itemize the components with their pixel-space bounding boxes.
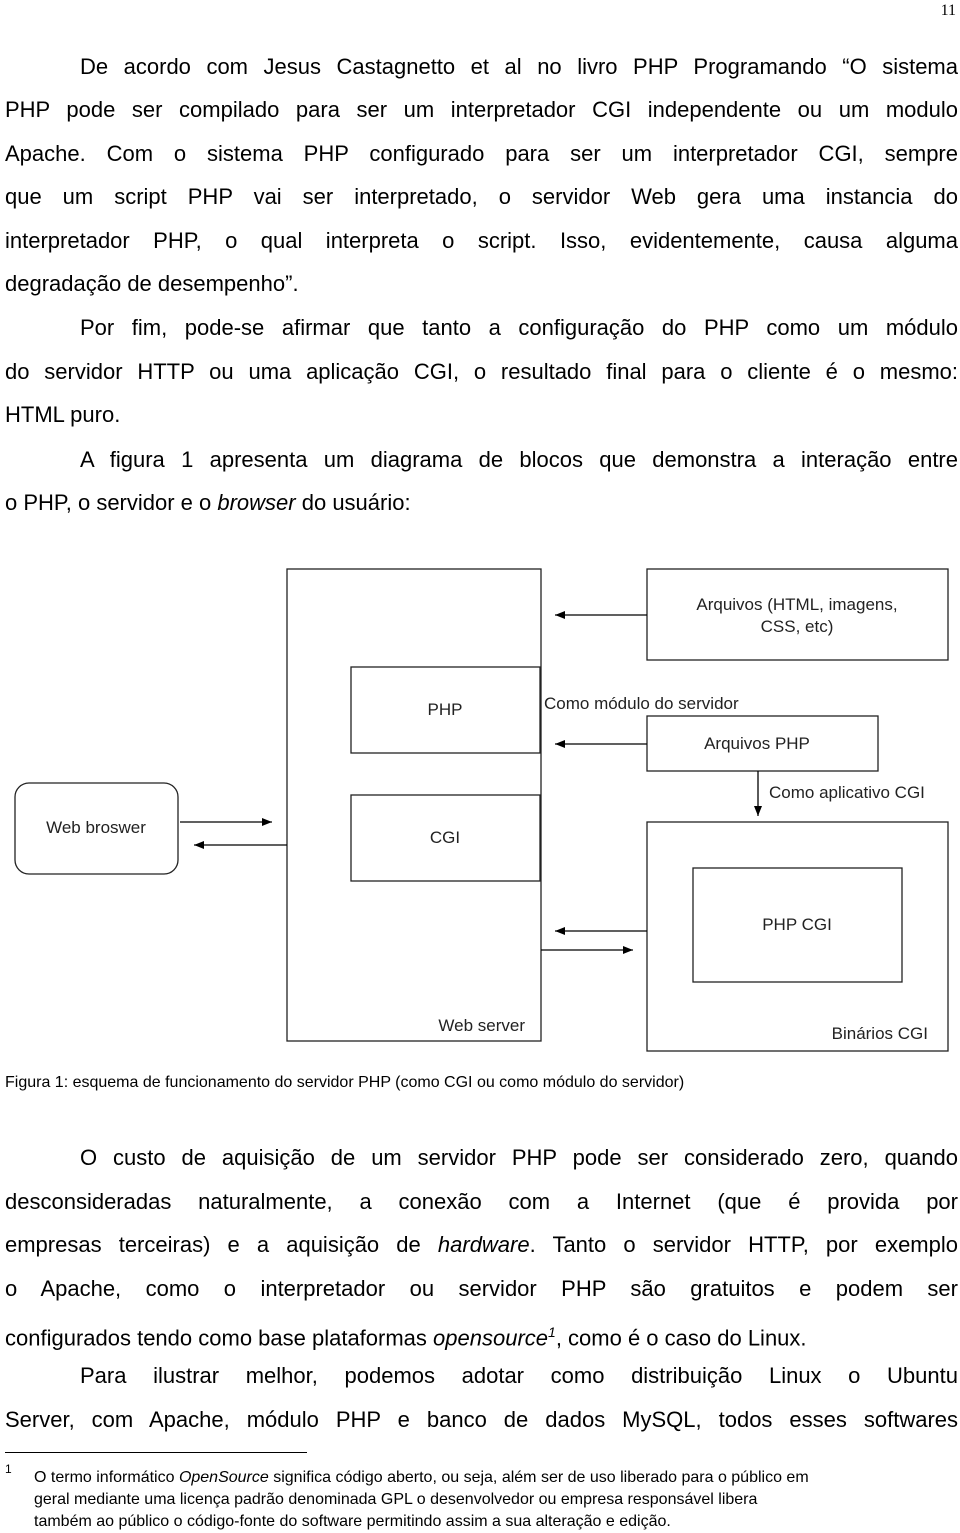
arquivos-label-2: CSS, etc): [761, 617, 834, 636]
paragraph-5-line: Server, com Apache, módulo PHP e banco d…: [5, 1407, 958, 1432]
php-cgi-label: PHP CGI: [762, 915, 832, 934]
text: empresas terceiras) e a aquisição de: [5, 1232, 438, 1257]
arquivos-php-label: Arquivos PHP: [704, 734, 810, 753]
arquivos-label-1: Arquivos (HTML, imagens,: [696, 595, 897, 614]
footnote-line: também ao público o código-fonte do soft…: [34, 1513, 671, 1530]
binarios-cgi-box: [646, 821, 949, 1052]
web-server-label: Web server: [438, 1016, 525, 1035]
footnote-line: geral mediante uma licença padrão denomi…: [34, 1491, 758, 1508]
italic-text: OpenSource: [178, 1469, 269, 1486]
text: O termo informático: [34, 1469, 179, 1486]
text: configurados tendo como base plataformas: [5, 1325, 434, 1351]
como-modulo-label: Como módulo do servidor: [544, 694, 739, 713]
text: significa código aberto, ou seja, além s…: [268, 1469, 809, 1486]
como-aplicativo-label: Como aplicativo CGI: [769, 783, 925, 802]
cgi-label: CGI: [430, 828, 460, 847]
paragraph-4-line: desconsideradas naturalmente, a conexão …: [5, 1189, 958, 1214]
binarios-cgi-label: Binários CGI: [832, 1024, 928, 1043]
text: , como é o caso do Linux.: [555, 1325, 807, 1351]
paragraph-4-line: O custo de aquisição de um servidor PHP …: [80, 1145, 958, 1170]
italic-text: hardware: [437, 1232, 530, 1257]
text: . Tanto o servidor HTTP, por exemplo: [529, 1232, 958, 1257]
paragraph-4-line: o Apache, como o interpretador ou servid…: [5, 1276, 958, 1301]
footnote-line: O termo informático OpenSource significa…: [34, 1467, 809, 1489]
italic-text: opensource: [433, 1325, 549, 1351]
web-browser-label: Web broswer: [46, 818, 146, 837]
paragraph-4-line: configurados tendo como base plataformas…: [5, 1310, 958, 1354]
footnote-reference[interactable]: 1: [548, 1324, 556, 1340]
web-server-box: [286, 568, 542, 1042]
php-label: PHP: [428, 700, 463, 719]
paragraph-4-line: empresas terceiras) e a aquisição de har…: [5, 1223, 958, 1267]
footnote-mark: 1: [5, 1462, 12, 1476]
paragraph-5-line: Para ilustrar melhor, podemos adotar com…: [80, 1363, 958, 1388]
footnote-divider: [5, 1452, 307, 1453]
figure-caption: Figura 1: esquema de funcionamento do se…: [5, 1074, 685, 1091]
arquivos-box: [646, 568, 949, 661]
